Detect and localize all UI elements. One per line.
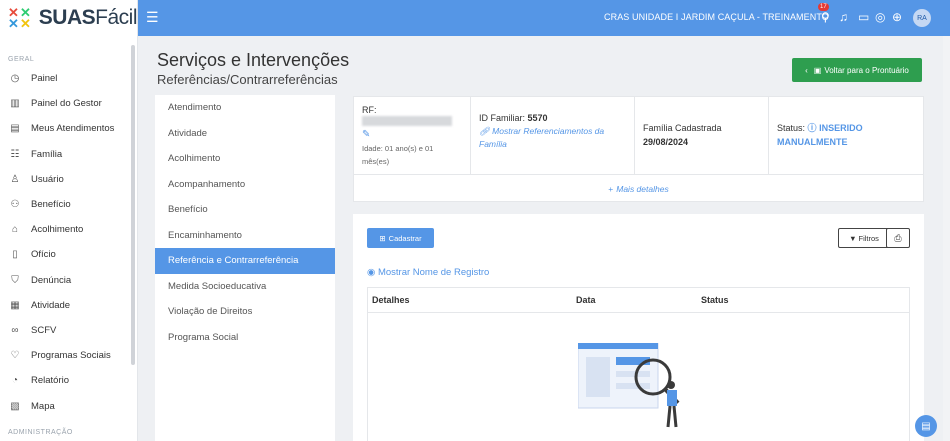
empty-state-illustration [578, 343, 680, 428]
pie-chart-icon: ◔ [11, 375, 19, 387]
service-item-referencia[interactable]: Referência e Contrarreferência [155, 248, 335, 274]
support-icon[interactable]: ◎ [875, 10, 885, 24]
column-header-date: Data [576, 295, 596, 305]
records-card: ⊞ Cadastrar ▼ Filtros ⎙ ◉ Mostrar Nome de … [353, 214, 924, 441]
sidebar-item-oficio[interactable]: ▯ Ofício [0, 242, 137, 267]
notification-badge: 17 [818, 3, 829, 11]
chart-icon: ▥ [10, 98, 20, 110]
sidebar-item-familia[interactable]: ☷ Família [0, 142, 137, 167]
sidebar-scrollbar[interactable] [131, 45, 135, 365]
sidebar-item-denuncia[interactable]: ⛉ Denúncia [0, 268, 137, 293]
service-menu: Atendimento Atividade Acolhimento Acompa… [155, 95, 335, 441]
back-to-record-button[interactable]: ‹ ▣ Voltar para o Prontuário [792, 58, 922, 82]
logo-text: SUASFácil [38, 6, 138, 29]
status-text: Status: ⓘ INSERIDO MANUALMENTE [777, 123, 863, 147]
plus-square-icon: ⊞ [379, 233, 386, 243]
message-icon[interactable]: ▭ [858, 10, 869, 24]
chat-icon: ▤ [921, 420, 931, 432]
link-icon: ∞ [11, 324, 19, 336]
record-icon: ▣ [813, 65, 822, 75]
logo-mark-icon: ✕ ✕ ✕ ✕ [8, 5, 31, 31]
records-table: Detalhes Data Status [367, 287, 910, 441]
page-title: Serviços e Intervenções [157, 50, 350, 70]
sidebar-item-mapa[interactable]: ▧ Mapa [0, 393, 137, 418]
sidebar-item-scfv[interactable]: ∞ SCFV [0, 318, 137, 343]
family-info-card: RF: ✎ Idade: 01 ano(s) e 01 mês(es) ID F… [353, 96, 924, 202]
sidebar-item-usuario[interactable]: ♙ Usuário [0, 167, 137, 192]
unit-name[interactable]: CRAS UNIDADE I JARDIM CAÇULA - TREINAMEN… [604, 12, 829, 22]
topbar: ☰ CRAS UNIDADE I JARDIM CAÇULA - TREINAM… [138, 0, 950, 36]
print-button[interactable]: ⎙ [886, 228, 910, 248]
user-icon: ♙ [10, 173, 20, 185]
service-item-acompanhamento[interactable]: Acompanhamento [155, 172, 335, 198]
sidebar-item-relatorio[interactable]: ◔ Relatório [0, 368, 137, 393]
sidebar-item-beneficio[interactable]: ⚇ Benefício [0, 192, 137, 217]
family-id-column: ID Familiar: 5570 🔗︎ Mostrar Referenciam… [471, 97, 635, 174]
family-registered-date: 29/08/2024 [643, 137, 689, 147]
add-record-button[interactable]: ⊞ Cadastrar [367, 228, 434, 248]
service-item-acolhimento[interactable]: Acolhimento [155, 146, 335, 172]
bell-icon[interactable]: ♫ [839, 10, 848, 24]
service-item-violacao-direitos[interactable]: Violação de Direitos [155, 299, 335, 325]
globe-icon[interactable]: ⊕ [892, 10, 902, 24]
info-circle-icon: ⓘ [807, 123, 817, 133]
service-item-beneficio[interactable]: Benefício [155, 197, 335, 223]
show-record-name-link[interactable]: ◉ Mostrar Nome de Registro [367, 267, 489, 278]
shield-icon: ⛉ [11, 274, 19, 286]
service-item-atividade[interactable]: Atividade [155, 121, 335, 147]
status-column: Status: ⓘ INSERIDO MANUALMENTE [769, 97, 924, 174]
table-header: Detalhes Data Status [368, 288, 909, 313]
age-text: Idade: 01 ano(s) e 01 mês(es) [362, 143, 434, 166]
service-item-encaminhamento[interactable]: Encaminhamento [155, 223, 335, 249]
column-header-status: Status [701, 295, 729, 305]
filters-button[interactable]: ▼ Filtros [838, 228, 890, 248]
plus-icon: + [608, 183, 614, 194]
search-icon[interactable]: ⚲ [821, 10, 830, 24]
page-subtitle: Referências/Contrarreferências [157, 72, 338, 87]
rf-field: RF: [362, 105, 462, 126]
hands-icon: ♡ [10, 350, 20, 362]
sidebar-item-programas-sociais[interactable]: ♡ Programas Sociais [0, 343, 137, 368]
dashboard-icon: ◷ [10, 73, 20, 85]
sidebar: ✕ ✕ ✕ ✕ SUASFácil GERAL ◷ Painel ▥ Painel … [0, 0, 138, 441]
family-registered-column: Família Cadastrada 29/08/2024 [635, 97, 769, 174]
calendar-icon: ▦ [10, 299, 20, 311]
chevron-left-icon: ‹ [805, 65, 808, 75]
service-item-medida-socioeducativa[interactable]: Medida Socioeducativa [155, 274, 335, 300]
map-icon: ▧ [10, 400, 20, 412]
sidebar-item-painel-gestor[interactable]: ▥ Painel do Gestor [0, 91, 137, 116]
avatar[interactable]: RA [913, 9, 931, 27]
sidebar-item-acolhimento[interactable]: ⌂ Acolhimento [0, 217, 137, 242]
filter-icon: ▼ [849, 233, 857, 243]
family-id: ID Familiar: 5570 [479, 113, 548, 123]
sidebar-item-meus-atendimentos[interactable]: ▤ Meus Atendimentos [0, 116, 137, 141]
service-item-programa-social[interactable]: Programa Social [155, 325, 335, 351]
sidebar-item-atividade[interactable]: ▦ Atividade [0, 293, 137, 318]
family-registered-label: Família Cadastrada [643, 123, 722, 133]
hamburger-menu-icon[interactable]: ☰ [146, 9, 159, 26]
rf-redacted-value [362, 115, 452, 126]
nav-section-admin: ADMINISTRAÇÃO [8, 428, 73, 436]
nav-section-general: GERAL [8, 56, 35, 63]
service-item-atendimento[interactable]: Atendimento [155, 95, 335, 121]
benefit-icon: ⚇ [10, 199, 20, 211]
shelter-icon: ⌂ [11, 224, 19, 236]
print-icon: ⎙ [894, 232, 902, 243]
app-logo[interactable]: ✕ ✕ ✕ ✕ SUASFácil [0, 0, 137, 36]
rf-column: RF: ✎ Idade: 01 ano(s) e 01 mês(es) [354, 97, 471, 174]
show-family-referrals-link[interactable]: 🔗︎ Mostrar Referenciamentos da Família [479, 125, 626, 151]
link-icon: 🔗︎ [479, 126, 490, 136]
family-icon: ☷ [10, 148, 20, 160]
sidebar-item-painel[interactable]: ◷ Painel [0, 66, 137, 91]
page-scrollbar[interactable] [943, 36, 950, 441]
column-header-details: Detalhes [372, 295, 410, 305]
document-icon: ▯ [12, 249, 18, 261]
eye-icon: ◉ [367, 267, 376, 278]
chat-button[interactable]: ▤ [915, 415, 937, 437]
more-details-link[interactable]: + Mais detalhes [354, 174, 923, 202]
edit-icon[interactable]: ✎ [362, 129, 462, 140]
id-card-icon: ▤ [10, 123, 20, 135]
